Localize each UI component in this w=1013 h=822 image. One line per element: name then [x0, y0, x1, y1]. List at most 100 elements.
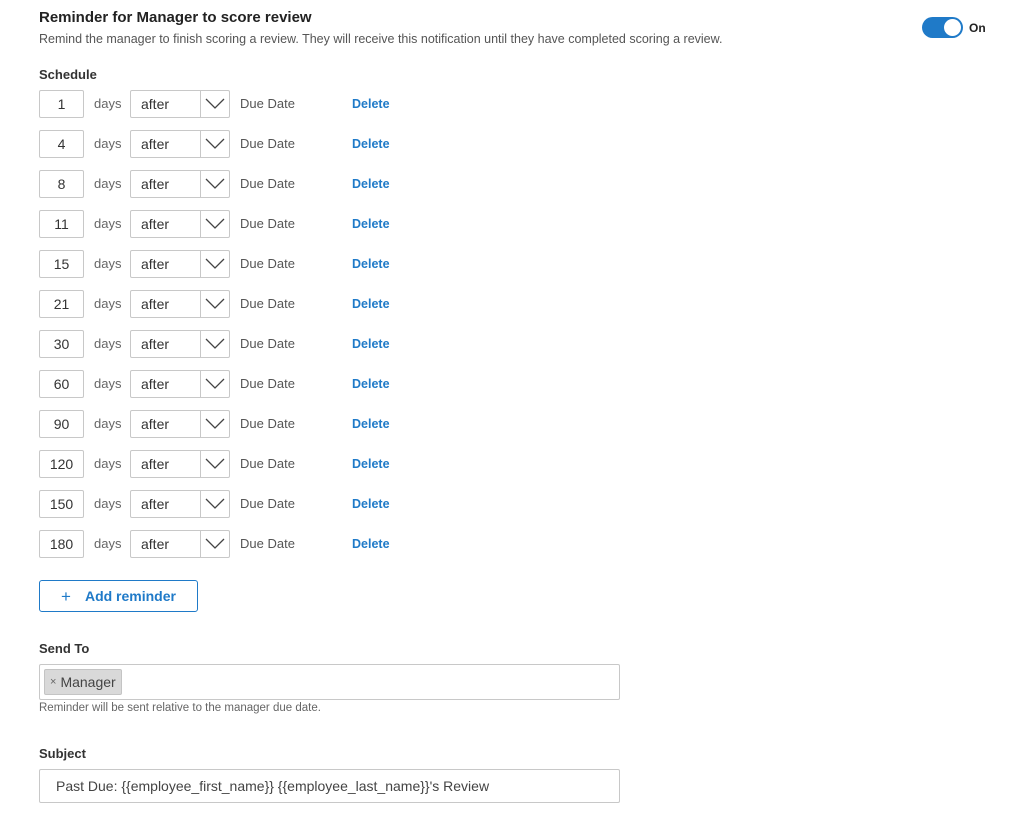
days-unit-label: days	[94, 496, 122, 511]
delete-reminder-link[interactable]: Delete	[352, 417, 390, 431]
days-unit-label: days	[94, 136, 122, 151]
schedule-row: days after Due Date Delete	[39, 290, 439, 318]
days-unit-label: days	[94, 176, 122, 191]
schedule-row: days after Due Date Delete	[39, 210, 439, 238]
delete-reminder-link[interactable]: Delete	[352, 297, 390, 311]
delete-reminder-link[interactable]: Delete	[352, 137, 390, 151]
reminder-description: Remind the manager to finish scoring a r…	[39, 32, 723, 46]
relation-select-value: after	[141, 416, 170, 432]
relation-select[interactable]: after	[130, 130, 230, 158]
days-unit-label: days	[94, 256, 122, 271]
days-unit-label: days	[94, 416, 122, 431]
relation-select-value: after	[141, 336, 170, 352]
relation-select[interactable]: after	[130, 90, 230, 118]
delete-reminder-link[interactable]: Delete	[352, 537, 390, 551]
anchor-label: Due Date	[240, 336, 295, 351]
days-input[interactable]	[39, 210, 84, 238]
relation-select-value: after	[141, 256, 170, 272]
relation-select-value: after	[141, 216, 170, 232]
delete-reminder-link[interactable]: Delete	[352, 257, 390, 271]
days-unit-label: days	[94, 216, 122, 231]
days-input[interactable]	[39, 90, 84, 118]
days-input[interactable]	[39, 370, 84, 398]
subject-input[interactable]	[39, 769, 620, 803]
chevron-down-icon	[200, 371, 229, 397]
anchor-label: Due Date	[240, 296, 295, 311]
days-input[interactable]	[39, 250, 84, 278]
relation-select[interactable]: after	[130, 250, 230, 278]
toggle-label: On	[969, 20, 986, 35]
send-to-label: Send To	[39, 641, 90, 656]
delete-reminder-link[interactable]: Delete	[352, 497, 390, 511]
schedule-row: days after Due Date Delete	[39, 530, 439, 558]
days-input[interactable]	[39, 450, 84, 478]
reminder-header: Reminder for Manager to score review Rem…	[39, 9, 939, 47]
chevron-down-icon	[200, 531, 229, 557]
relation-select-value: after	[141, 176, 170, 192]
relation-select[interactable]: after	[130, 330, 230, 358]
schedule-row: days after Due Date Delete	[39, 490, 439, 518]
relation-select[interactable]: after	[130, 410, 230, 438]
anchor-label: Due Date	[240, 96, 295, 111]
relation-select[interactable]: after	[130, 170, 230, 198]
days-input[interactable]	[39, 410, 84, 438]
chevron-down-icon	[200, 171, 229, 197]
anchor-label: Due Date	[240, 416, 295, 431]
chevron-down-icon	[200, 331, 229, 357]
schedule-row: days after Due Date Delete	[39, 130, 439, 158]
relation-select[interactable]: after	[130, 530, 230, 558]
anchor-label: Due Date	[240, 376, 295, 391]
send-to-hint: Reminder will be sent relative to the ma…	[39, 702, 321, 714]
chevron-down-icon	[200, 411, 229, 437]
send-to-field[interactable]: × Manager	[39, 664, 620, 700]
relation-select-value: after	[141, 456, 170, 472]
days-unit-label: days	[94, 536, 122, 551]
toggle-knob	[944, 19, 961, 36]
remove-recipient-icon[interactable]: ×	[50, 676, 56, 688]
delete-reminder-link[interactable]: Delete	[352, 97, 390, 111]
delete-reminder-link[interactable]: Delete	[352, 457, 390, 471]
chevron-down-icon	[200, 251, 229, 277]
relation-select[interactable]: after	[130, 450, 230, 478]
schedule-row: days after Due Date Delete	[39, 330, 439, 358]
relation-select-value: after	[141, 96, 170, 112]
days-unit-label: days	[94, 296, 122, 311]
schedule-row: days after Due Date Delete	[39, 410, 439, 438]
recipient-tag-label: Manager	[60, 674, 116, 690]
delete-reminder-link[interactable]: Delete	[352, 337, 390, 351]
days-input[interactable]	[39, 290, 84, 318]
add-reminder-button[interactable]: + Add reminder	[39, 580, 198, 612]
recipient-tag: × Manager	[44, 669, 122, 695]
chevron-down-icon	[200, 451, 229, 477]
anchor-label: Due Date	[240, 176, 295, 191]
relation-select[interactable]: after	[130, 490, 230, 518]
relation-select[interactable]: after	[130, 210, 230, 238]
chevron-down-icon	[200, 211, 229, 237]
anchor-label: Due Date	[240, 456, 295, 471]
relation-select-value: after	[141, 536, 170, 552]
schedule-row: days after Due Date Delete	[39, 450, 439, 478]
anchor-label: Due Date	[240, 536, 295, 551]
delete-reminder-link[interactable]: Delete	[352, 177, 390, 191]
days-input[interactable]	[39, 130, 84, 158]
reminder-toggle[interactable]	[922, 17, 963, 38]
relation-select[interactable]: after	[130, 370, 230, 398]
days-unit-label: days	[94, 336, 122, 351]
relation-select[interactable]: after	[130, 290, 230, 318]
anchor-label: Due Date	[240, 216, 295, 231]
days-input[interactable]	[39, 530, 84, 558]
days-input[interactable]	[39, 330, 84, 358]
plus-icon: +	[61, 586, 71, 606]
chevron-down-icon	[200, 131, 229, 157]
schedule-row: days after Due Date Delete	[39, 250, 439, 278]
relation-select-value: after	[141, 376, 170, 392]
relation-select-value: after	[141, 496, 170, 512]
days-input[interactable]	[39, 170, 84, 198]
delete-reminder-link[interactable]: Delete	[352, 377, 390, 391]
schedule-label: Schedule	[39, 67, 97, 82]
days-unit-label: days	[94, 456, 122, 471]
schedule-row: days after Due Date Delete	[39, 370, 439, 398]
relation-select-value: after	[141, 136, 170, 152]
days-input[interactable]	[39, 490, 84, 518]
delete-reminder-link[interactable]: Delete	[352, 217, 390, 231]
